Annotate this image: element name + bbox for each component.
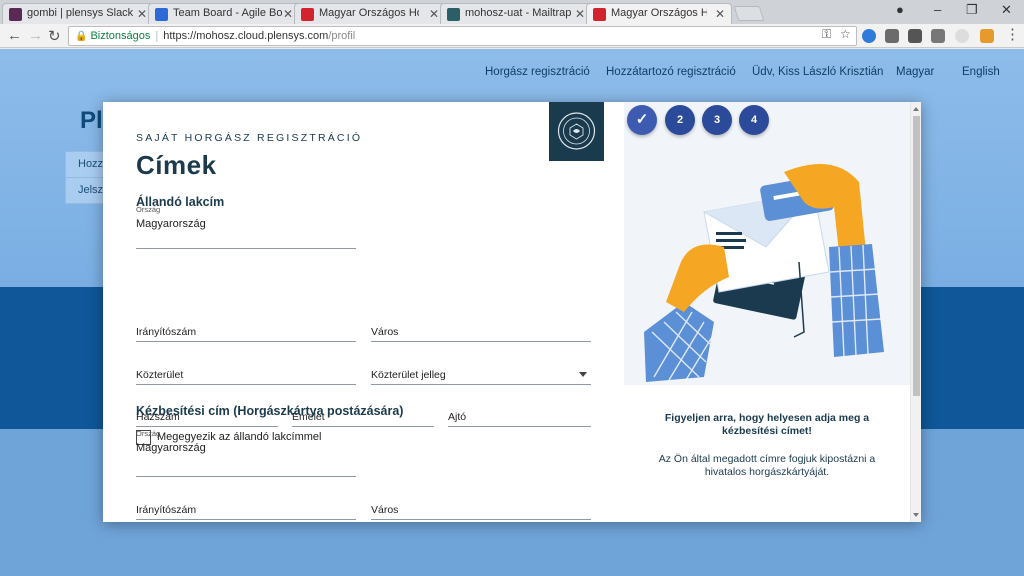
city-placeholder: Város [371, 326, 399, 338]
zip-placeholder: Irányítószám [136, 504, 197, 516]
modal-scrollbar[interactable] [910, 102, 921, 522]
back-icon[interactable]: ← [7, 27, 22, 44]
browser-tab-mohosz-active[interactable]: Magyar Országos Horgász ✕ [586, 3, 732, 24]
star-icon[interactable]: ☆ [840, 27, 851, 41]
dropdown-caret-icon [579, 372, 587, 377]
permanent-country-select[interactable]: Ország Magyarország [136, 205, 356, 249]
permanent-zip-input[interactable]: Irányítószám [136, 320, 356, 342]
slack-favicon-icon [9, 8, 22, 21]
tab-title: Team Board - Agile Board [173, 7, 283, 19]
profile-icon[interactable]: ● [896, 2, 904, 17]
address-bar[interactable]: 🔒 Biztonságos | https://mohosz.cloud.plensy… [68, 26, 857, 46]
close-tab-icon[interactable]: ✕ [429, 7, 439, 21]
url-host: https://mohosz.cloud.plensys.com [163, 30, 329, 42]
angular-favicon-icon [593, 8, 606, 21]
registration-modal: SAJÁT HORGÁSZ REGISZTRÁCIÓ Címek Állandó… [103, 102, 921, 522]
page-background: Horgász regisztráció Hozzátartozó regisz… [0, 49, 1024, 576]
close-tab-icon[interactable]: ✕ [575, 7, 585, 21]
nav-family-registration[interactable]: Hozzátartozó regisztráció [606, 66, 736, 78]
url-path: /profil [328, 30, 356, 42]
form-eyebrow: SAJÁT HORGÁSZ REGISZTRÁCIÓ [136, 132, 363, 144]
lock-icon: 🔒 [75, 31, 88, 42]
menu-icon[interactable]: ⋮ [1005, 25, 1020, 43]
nav-lang-hungarian[interactable]: Magyar [896, 66, 934, 78]
step-1-done[interactable]: ✓ [627, 105, 657, 135]
close-tab-icon[interactable]: ✕ [283, 7, 293, 21]
checkmark-icon: ✓ [635, 111, 649, 128]
browser-tab-slack[interactable]: gombi | plensys Slack ✕ [2, 3, 154, 24]
door-placeholder: Ajtó [448, 411, 467, 423]
delivery-info: Az Ön által megadott címre fogjuk kipost… [658, 453, 876, 478]
tab-title: Magyar Országos Horgász [319, 7, 419, 19]
delivery-warning: Figyeljen arra, hogy helyesen adja meg a… [664, 412, 870, 437]
close-window-icon[interactable]: ✕ [1001, 2, 1012, 18]
permanent-street-type-select[interactable]: Közterület jelleg [371, 363, 591, 385]
country-value: Magyarország [136, 218, 206, 230]
country-value: Magyarország [136, 442, 206, 454]
reload-icon[interactable]: ↻ [48, 27, 61, 45]
extension-icon[interactable] [908, 29, 922, 43]
agile-favicon-icon [155, 8, 168, 21]
forward-icon[interactable]: → [28, 27, 43, 44]
extension-icon[interactable] [980, 29, 994, 43]
permanent-city-input[interactable]: Város [371, 320, 591, 342]
street-placeholder: Közterület [136, 369, 184, 381]
angular-favicon-icon [301, 8, 314, 21]
street-type-placeholder: Közterület jelleg [371, 369, 446, 381]
mohosz-emblem [549, 102, 604, 161]
browser-tab-bar: gombi | plensys Slack ✕ Team Board - Agi… [0, 0, 1024, 24]
delivery-zip-input[interactable]: Irányítószám [136, 498, 356, 520]
new-tab-button[interactable] [733, 6, 765, 21]
nav-lang-english[interactable]: English [962, 66, 1000, 78]
country-label: Ország [136, 429, 161, 438]
scroll-down-icon[interactable] [913, 513, 919, 517]
city-placeholder: Város [371, 504, 399, 516]
mailtrap-favicon-icon [447, 8, 460, 21]
step-3[interactable]: 3 [702, 105, 732, 135]
browser-tab-agile[interactable]: Team Board - Agile Board ✕ [148, 3, 300, 24]
minimize-icon[interactable]: – [934, 2, 941, 17]
nav-angler-registration[interactable]: Horgász regisztráció [485, 66, 590, 78]
extension-icon[interactable] [885, 29, 899, 43]
permanent-street-input[interactable]: Közterület [136, 363, 356, 385]
key-icon[interactable]: ⚿ [822, 27, 831, 42]
tab-title: Magyar Országos Horgász [611, 7, 707, 19]
scroll-up-icon[interactable] [913, 107, 919, 111]
info-panel: ✓ 2 3 4 Figyeljen arra, hogy helyesen ad… [624, 102, 910, 522]
browser-tab-mailtrap[interactable]: mohosz-uat - Mailtrap ✕ [440, 3, 592, 24]
zip-placeholder: Irányítószám [136, 326, 197, 338]
tab-title: gombi | plensys Slack [27, 7, 134, 19]
permanent-door-input[interactable]: Ajtó [448, 405, 591, 427]
delivery-city-input[interactable]: Város [371, 498, 591, 520]
site-logo: Pl [80, 107, 103, 134]
scroll-thumb[interactable] [913, 116, 920, 396]
secure-label: Biztonságos [90, 30, 151, 42]
close-tab-icon[interactable]: ✕ [715, 7, 725, 21]
extension-icon[interactable] [862, 29, 876, 43]
maximize-icon[interactable]: ❐ [966, 2, 978, 18]
country-label: Ország [136, 205, 161, 214]
form-title: Címek [136, 150, 217, 180]
extension-icon[interactable] [955, 29, 969, 43]
close-tab-icon[interactable]: ✕ [137, 7, 147, 21]
tab-title: mohosz-uat - Mailtrap [465, 7, 572, 19]
delivery-address-heading: Kézbesítési cím (Horgászkártya postázásá… [136, 404, 404, 418]
address-form: SAJÁT HORGÁSZ REGISZTRÁCIÓ Címek Állandó… [103, 102, 623, 522]
step-4[interactable]: 4 [739, 105, 769, 135]
browser-toolbar: ← → ↻ 🔒 Biztonságos | https://mohosz.cloud.… [0, 24, 1024, 48]
extension-icon[interactable] [931, 29, 945, 43]
nav-user-greeting[interactable]: Üdv, Kiss László Krisztián [752, 66, 883, 78]
step-2[interactable]: 2 [665, 105, 695, 135]
browser-tab-mohosz-1[interactable]: Magyar Országos Horgász ✕ [294, 3, 446, 24]
delivery-country-select[interactable]: Ország Magyarország [136, 429, 356, 477]
envelope-illustration [644, 164, 884, 382]
